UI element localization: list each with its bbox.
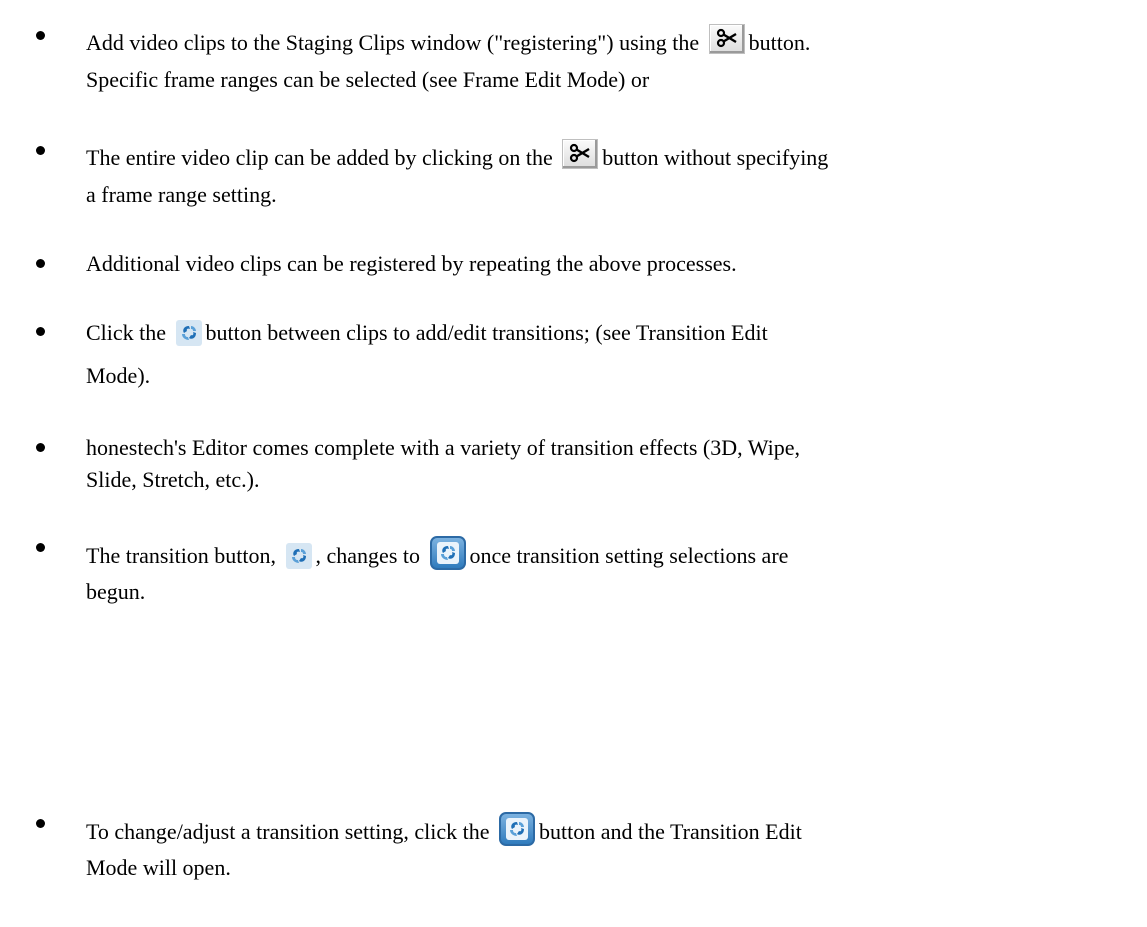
item-text: button and the Transition Edit (539, 819, 802, 844)
item-text: Mode). (86, 363, 151, 388)
item-text: begun. (86, 579, 146, 604)
bullet-dot (36, 543, 45, 552)
item-text: Mode will open. (86, 855, 231, 880)
transition-active-icon (429, 536, 466, 570)
item-text: To change/adjust a transition setting, c… (86, 819, 490, 844)
item-text: button between clips to add/edit transit… (205, 320, 768, 345)
item-text: honestech's Editor comes complete with a… (86, 435, 801, 460)
item-text: Additional video clips can be registered… (86, 251, 737, 276)
item-text: button. (748, 30, 811, 55)
item-text: once transition setting selections are (469, 543, 789, 568)
scissors-icon (562, 139, 599, 169)
bullet-dot (36, 443, 45, 452)
bullet-dot (36, 819, 45, 828)
item-text: a frame range setting. (86, 182, 277, 207)
item-text: Slide, Stretch, etc.). (86, 467, 260, 492)
scissors-icon (708, 24, 745, 54)
document-page: Add video clips to the Staging Clips win… (0, 0, 1147, 927)
transition-icon (175, 320, 202, 346)
transition-active-icon (499, 812, 536, 846)
item-text: button without specifying (602, 145, 829, 170)
item-text: Specific frame ranges can be selected (s… (86, 67, 650, 92)
item-text: Add video clips to the Staging Clips win… (86, 30, 700, 55)
bullet-dot (36, 327, 45, 336)
item-text: The transition button, (86, 543, 277, 568)
item-text: Click the (86, 320, 167, 345)
item-text: , changes to (315, 543, 420, 568)
bullet-dot (36, 259, 45, 268)
transition-icon (285, 543, 312, 569)
bullet-dot (36, 146, 45, 155)
item-text: The entire video clip can be added by cl… (86, 145, 553, 170)
bullet-dot (36, 31, 45, 40)
